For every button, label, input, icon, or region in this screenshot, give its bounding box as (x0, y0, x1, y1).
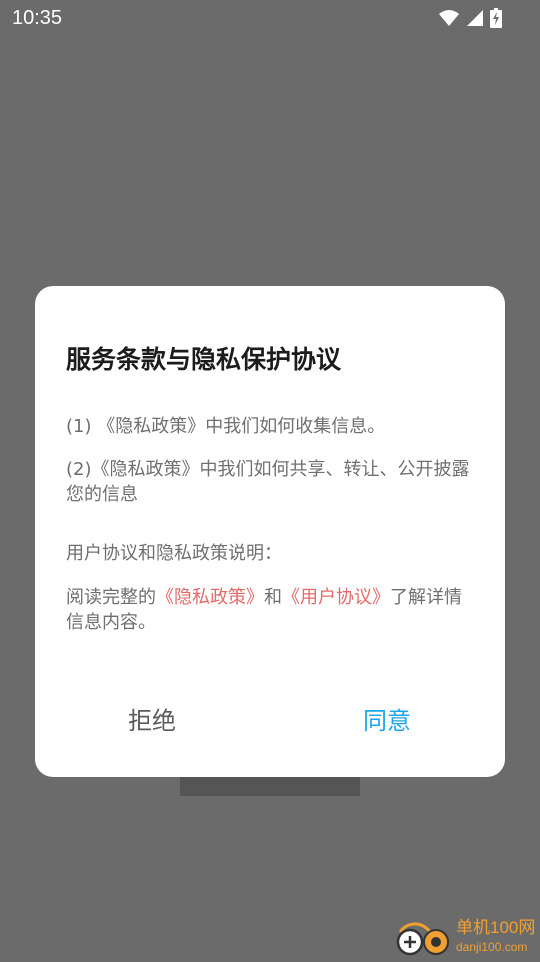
watermark-domain: danji100.com (456, 940, 528, 954)
danji100-logo-icon (390, 918, 454, 962)
privacy-policy-link[interactable]: 《隐私政策》 (156, 587, 264, 608)
status-icons (438, 7, 502, 29)
signal-icon (466, 9, 484, 27)
agree-button[interactable]: 同意 (312, 704, 462, 738)
privacy-dialog: 服务条款与隐私保护协议 (1) 《隐私政策》中我们如何收集信息。 (2)《隐私政… (35, 286, 505, 777)
collect-info-item: (1) 《隐私政策》中我们如何收集信息。 (66, 416, 386, 437)
share-info-item: (2)《隐私政策》中我们如何共享、转让、公开披露您的信息 (66, 459, 470, 505)
watermark-name: 单机100网 (456, 918, 536, 937)
reject-button[interactable]: 拒绝 (77, 704, 227, 738)
battery-charging-icon (490, 8, 502, 28)
watermark: 单机100网 danji100.com (390, 916, 540, 960)
agreement-section-label: 用户协议和隐私政策说明： (66, 543, 282, 564)
status-bar: 10:35 (0, 0, 540, 36)
wifi-icon (438, 9, 460, 27)
status-time: 10:35 (12, 7, 63, 29)
and-text: 和 (264, 587, 282, 608)
read-full-text: 阅读完整的《隐私政策》和《用户协议》了解详情信息内容。 (66, 585, 476, 635)
dialog-title: 服务条款与隐私保护协议 (66, 345, 342, 374)
read-prefix: 阅读完整的 (66, 587, 156, 608)
user-agreement-link[interactable]: 《用户协议》 (282, 587, 390, 608)
